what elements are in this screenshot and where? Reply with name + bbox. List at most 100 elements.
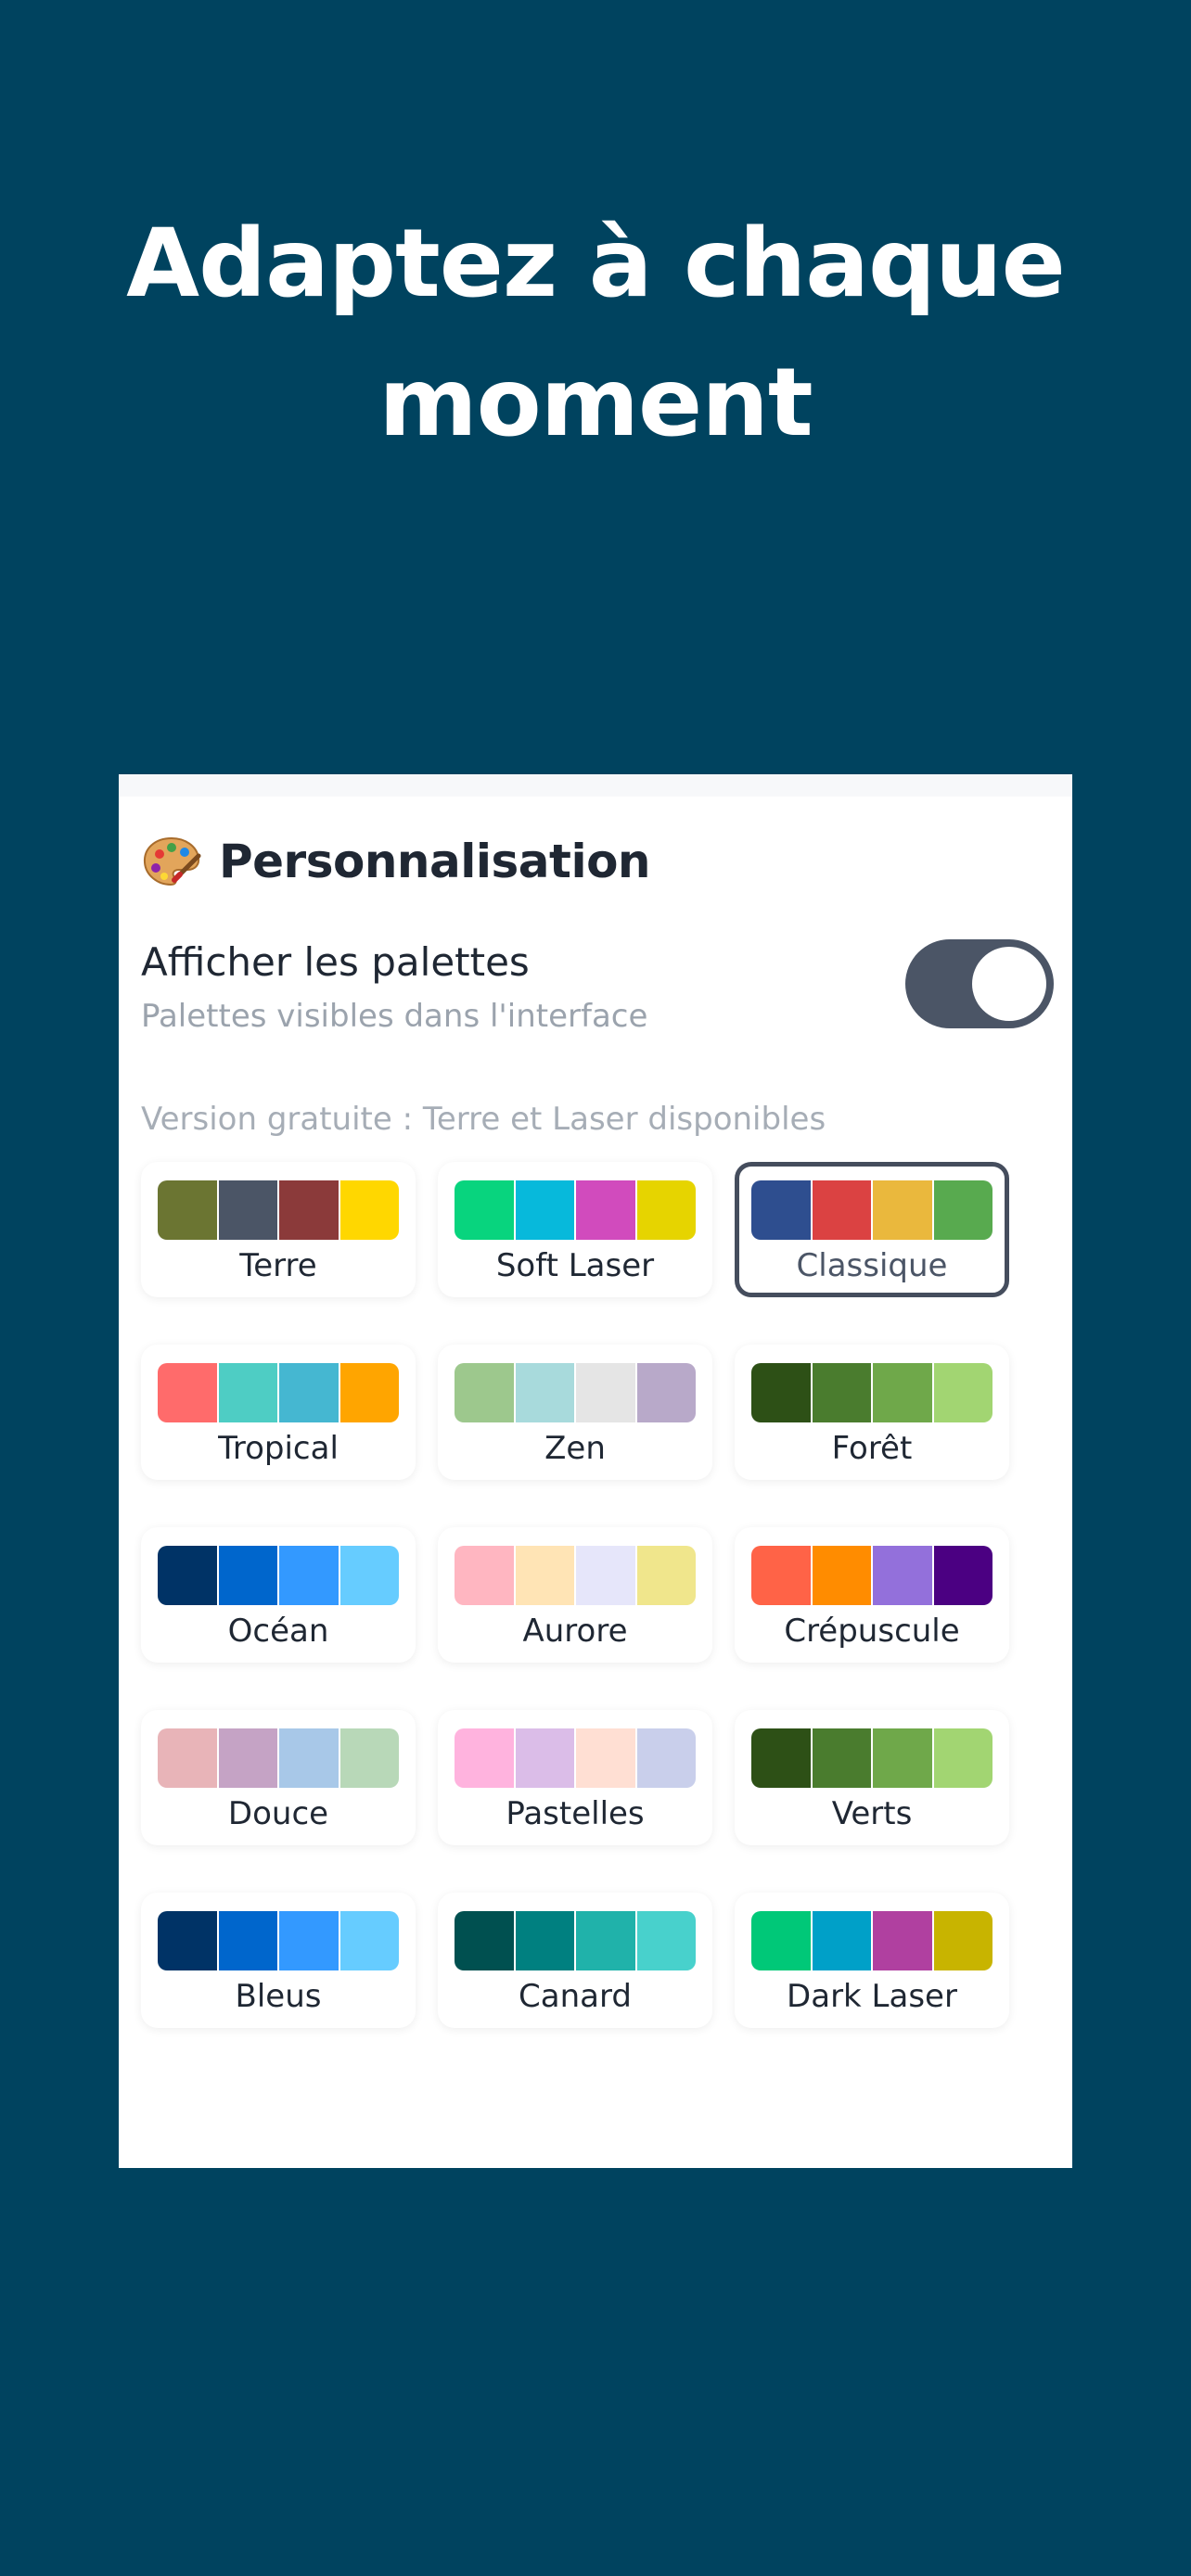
color-swatch [218,1180,279,1240]
color-swatch [576,1546,637,1605]
palette-option[interactable]: Douce [141,1710,416,1845]
palette-name: Aurore [522,1613,628,1650]
color-swatch [933,1911,992,1970]
palette-swatches [455,1728,696,1788]
palette-name: Pastelles [506,1795,645,1832]
palette-swatches [455,1546,696,1605]
color-swatch [515,1180,576,1240]
palette-name: Tropical [218,1430,339,1467]
settings-panel: Personnalisation Afficher les palettes P… [119,774,1072,2168]
color-swatch [515,1546,576,1605]
section-header: Personnalisation [141,832,651,891]
color-swatch [339,1911,399,1970]
color-swatch [933,1180,992,1240]
color-swatch [158,1728,219,1788]
color-swatch [812,1180,873,1240]
palette-name: Douce [227,1795,329,1832]
palette-name: Terre [239,1247,317,1284]
color-swatch [218,1546,279,1605]
palette-name: Zen [544,1430,606,1467]
color-swatch [218,1728,279,1788]
color-swatch [158,1363,219,1422]
palette-option[interactable]: Terre [141,1162,416,1297]
palette-option[interactable]: Tropical [141,1345,416,1480]
palette-swatches [455,1363,696,1422]
color-swatch [636,1546,696,1605]
panel-top-bar [119,774,1072,797]
show-palettes-label: Afficher les palettes [141,939,530,985]
palette-swatches [751,1728,992,1788]
palette-swatches [751,1546,992,1605]
color-swatch [933,1728,992,1788]
color-swatch [339,1546,399,1605]
color-swatch [339,1363,399,1422]
palette-option[interactable]: Crépuscule [735,1527,1009,1663]
color-swatch [515,1911,576,1970]
color-swatch [455,1363,516,1422]
palette-swatches [158,1911,399,1970]
palette-option[interactable]: Canard [438,1893,712,2028]
headline: Adaptez à chaque moment [0,195,1191,473]
color-swatch [812,1728,873,1788]
color-swatch [455,1180,516,1240]
color-swatch [576,1180,637,1240]
color-swatch [873,1363,934,1422]
palette-swatches [158,1546,399,1605]
palette-swatches [455,1911,696,1970]
headline-line-2: moment [378,348,813,458]
color-swatch [636,1728,696,1788]
show-palettes-toggle[interactable] [905,939,1054,1028]
color-swatch [515,1363,576,1422]
color-swatch [515,1728,576,1788]
color-swatch [339,1728,399,1788]
palette-option[interactable]: Soft Laser [438,1162,712,1297]
palette-option[interactable]: Océan [141,1527,416,1663]
color-swatch [576,1911,637,1970]
headline-line-1: Adaptez à chaque [126,209,1066,319]
artist-palette-icon [143,836,201,886]
palette-name: Crépuscule [784,1613,960,1650]
palette-swatches [158,1363,399,1422]
color-swatch [751,1728,813,1788]
color-swatch [873,1728,934,1788]
palette-option[interactable]: Dark Laser [735,1893,1009,2028]
palette-option[interactable]: Bleus [141,1893,416,2028]
palette-name: Forêt [831,1430,913,1467]
show-palettes-description: Palettes visibles dans l'interface [141,998,648,1035]
color-swatch [158,1911,219,1970]
palette-option[interactable]: Classique [735,1162,1009,1297]
color-swatch [158,1180,219,1240]
color-swatch [218,1911,279,1970]
palette-option[interactable]: Zen [438,1345,712,1480]
color-swatch [751,1363,813,1422]
color-swatch [279,1728,340,1788]
palette-option[interactable]: Pastelles [438,1710,712,1845]
section-title: Personnalisation [219,835,651,888]
color-swatch [576,1728,637,1788]
toggle-knob [972,947,1046,1021]
color-swatch [339,1180,399,1240]
color-swatch [279,1911,340,1970]
color-swatch [812,1911,873,1970]
palette-option[interactable]: Aurore [438,1527,712,1663]
color-swatch [279,1546,340,1605]
color-swatch [576,1363,637,1422]
palette-swatches [751,1363,992,1422]
palette-option[interactable]: Verts [735,1710,1009,1845]
palette-swatches [751,1180,992,1240]
color-swatch [636,1911,696,1970]
palette-name: Verts [831,1795,913,1832]
color-swatch [812,1546,873,1605]
color-swatch [751,1546,813,1605]
palette-name: Dark Laser [787,1978,957,2015]
palette-name: Classique [796,1247,948,1284]
palette-swatches [455,1180,696,1240]
color-swatch [873,1180,934,1240]
palette-name: Océan [227,1613,329,1650]
color-swatch [279,1180,340,1240]
palette-option[interactable]: Forêt [735,1345,1009,1480]
color-swatch [279,1363,340,1422]
palette-name: Canard [519,1978,632,2015]
color-swatch [636,1363,696,1422]
palette-name: Soft Laser [495,1247,655,1284]
